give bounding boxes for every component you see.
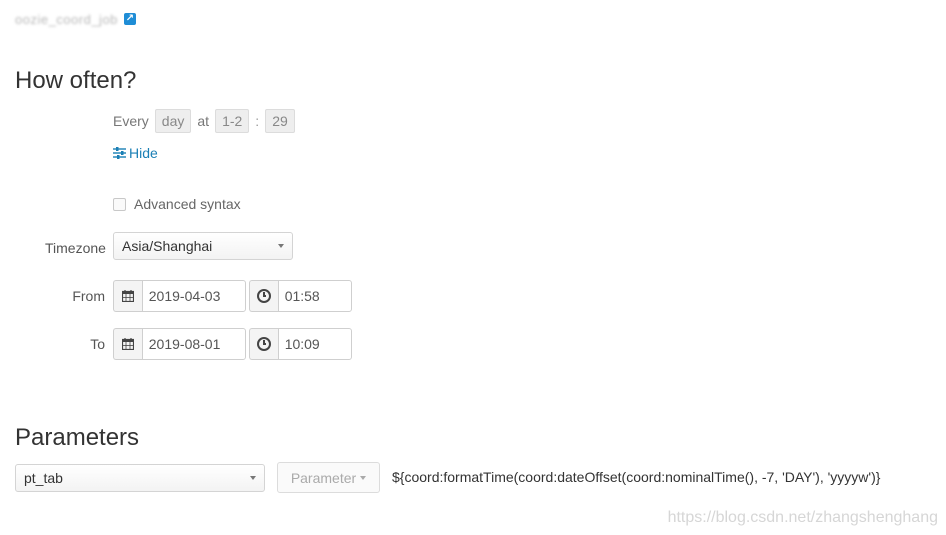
watermark: https://blog.csdn.net/zhangshenghang xyxy=(667,509,938,526)
time-separator: : xyxy=(255,113,260,129)
timezone-value: Asia/Shanghai xyxy=(122,238,213,254)
to-time-group: 10:09 xyxy=(249,328,352,360)
from-time-input[interactable]: 01:58 xyxy=(277,280,352,312)
sliders-icon xyxy=(113,147,126,159)
clock-icon[interactable] xyxy=(249,280,278,312)
section-title-how-often: How often? xyxy=(15,67,137,94)
from-date-group: 2019-04-03 xyxy=(113,280,246,312)
hide-label: Hide xyxy=(129,145,158,161)
to-time-input[interactable]: 10:09 xyxy=(277,328,352,360)
calendar-icon[interactable] xyxy=(113,280,142,312)
advanced-syntax-label: Advanced syntax xyxy=(134,196,241,212)
from-date-input[interactable]: 2019-04-03 xyxy=(141,280,246,312)
hour-select[interactable]: 1-2 xyxy=(215,109,250,133)
advanced-syntax-option[interactable]: Advanced syntax xyxy=(113,196,241,212)
to-label: To xyxy=(90,336,105,352)
clock-icon[interactable] xyxy=(249,328,278,360)
frequency-row: Every day at 1-2 : 29 xyxy=(113,109,295,133)
parameter-dropdown-button[interactable]: Parameter xyxy=(277,462,380,493)
calendar-icon[interactable] xyxy=(113,328,142,360)
timezone-select[interactable]: Asia/Shanghai xyxy=(113,232,293,260)
frequency-select[interactable]: day xyxy=(154,109,192,133)
job-name[interactable]: oozie_coord_job xyxy=(15,12,118,27)
to-date-input[interactable]: 2019-08-01 xyxy=(141,328,246,360)
caret-down-icon xyxy=(360,475,367,480)
from-label: From xyxy=(72,288,105,304)
parameter-button-label: Parameter xyxy=(290,469,357,486)
job-link[interactable]: oozie_coord_job ↗ xyxy=(15,10,136,28)
section-title-parameters: Parameters xyxy=(15,424,140,451)
from-time-group: 01:58 xyxy=(249,280,352,312)
parameter-name-value: pt_tab xyxy=(24,470,63,486)
at-label: at xyxy=(197,113,210,129)
caret-down-icon xyxy=(278,244,284,248)
advanced-syntax-checkbox[interactable] xyxy=(113,197,126,211)
parameter-expression[interactable]: ${coord:formatTime(coord:dateOffset(coor… xyxy=(392,469,880,485)
parameter-name-select[interactable]: pt_tab xyxy=(15,464,265,492)
to-date-group: 2019-08-01 xyxy=(113,328,246,360)
external-link-icon[interactable]: ↗ xyxy=(123,13,136,25)
caret-down-icon xyxy=(250,476,256,480)
every-label: Every xyxy=(113,113,149,129)
hide-link[interactable]: Hide xyxy=(113,145,158,161)
minute-select[interactable]: 29 xyxy=(265,109,295,133)
timezone-label: Timezone xyxy=(45,240,106,256)
